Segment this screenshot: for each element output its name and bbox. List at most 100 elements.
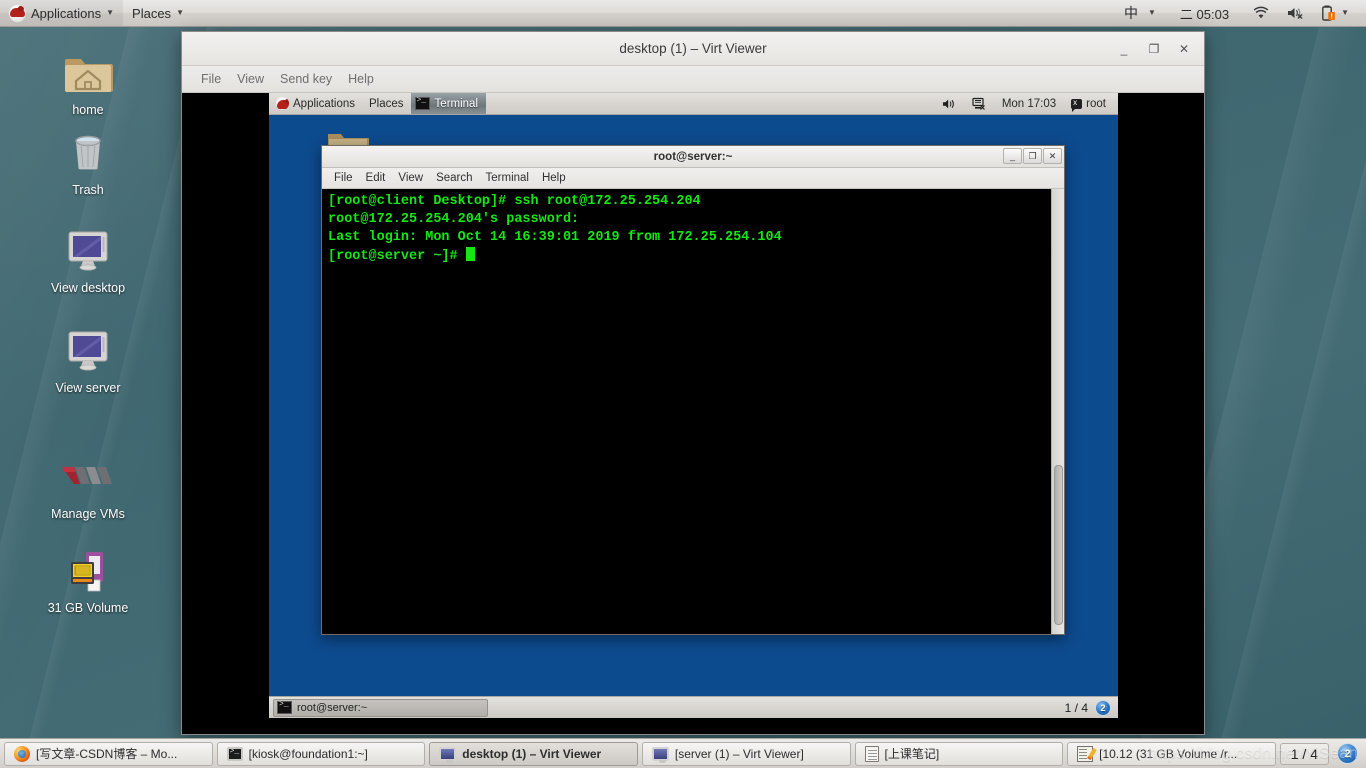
- menu-file[interactable]: File: [194, 69, 228, 89]
- terminal-prompt-text: [root@server ~]#: [328, 249, 466, 264]
- taskbar-item-label: [上课笔记]: [884, 747, 940, 761]
- terminal-window-controls: _ ❐ ✕: [1003, 148, 1062, 164]
- terminal-menu-terminal[interactable]: Terminal: [480, 170, 535, 186]
- monitor-icon: [651, 746, 669, 763]
- taskbar-item-desktop-virt-viewer[interactable]: desktop (1) – Virt Viewer: [429, 741, 638, 766]
- terminal-icon: [277, 700, 292, 714]
- taskbar-item-notes[interactable]: [上课笔记]: [854, 741, 1064, 766]
- top-panel: Applications ▼ Places ▼ 中 ▼ 二 05:03 ▼: [0, 0, 1366, 27]
- monitor-icon: [28, 326, 148, 376]
- terminal-menu-file[interactable]: File: [328, 170, 359, 186]
- terminal-menu-search[interactable]: Search: [430, 170, 478, 186]
- vm-screen[interactable]: Applications Places Terminal: [269, 93, 1118, 718]
- terminal-menubar: File Edit View Search Terminal Help: [322, 168, 1064, 189]
- terminal-window: root@server:~ _ ❐ ✕ File Edit View Searc…: [321, 145, 1065, 635]
- applications-menu-label: Applications: [31, 5, 102, 21]
- virt-viewer-menubar: File View Send key Help: [182, 66, 1204, 93]
- pencil-note-icon: [1077, 745, 1094, 762]
- vmware-logo-icon: [28, 452, 148, 502]
- vm-network-disconnected-icon[interactable]: [965, 97, 993, 110]
- host-taskbar: [写文章-CSDN博客 – Mo... [kiosk@foundation1:~…: [0, 738, 1366, 768]
- taskbar-item-label: desktop (1) – Virt Viewer: [462, 746, 602, 761]
- vm-applications-label: Applications: [293, 97, 356, 110]
- battery-warning-icon[interactable]: ▼: [1313, 0, 1358, 26]
- minimize-button[interactable]: _: [1110, 36, 1138, 62]
- close-button[interactable]: ✕: [1170, 36, 1198, 62]
- places-menu[interactable]: Places ▼: [123, 0, 193, 26]
- desktop-icon-31gb-volume[interactable]: 31 GB Volume: [28, 546, 148, 615]
- desktop-icon-trash[interactable]: Trash: [28, 128, 148, 197]
- firefox-icon: [14, 745, 30, 762]
- taskbar-item-firefox[interactable]: [写文章-CSDN博客 – Mo...: [4, 741, 213, 766]
- terminal-titlebar[interactable]: root@server:~ _ ❐ ✕: [322, 146, 1064, 168]
- vm-window-task-terminal[interactable]: Terminal: [410, 93, 487, 114]
- terminal-menu-help[interactable]: Help: [536, 170, 572, 186]
- menu-view[interactable]: View: [230, 69, 271, 89]
- vm-applications-menu[interactable]: Applications: [269, 93, 362, 114]
- taskbar-item-label: [kiosk@foundation1:~]: [248, 746, 368, 761]
- trash-icon: [28, 128, 148, 178]
- vm-workspace-indicator[interactable]: 1 / 4: [1065, 701, 1088, 715]
- desktop-icon-trash-label: Trash: [72, 183, 104, 197]
- vm-places-menu[interactable]: Places: [362, 93, 411, 114]
- taskbar-item-kiosk-terminal[interactable]: [kiosk@foundation1:~]: [216, 741, 426, 766]
- vm-workspace-badge[interactable]: 2: [1095, 699, 1111, 716]
- vm-user-menu[interactable]: root: [1065, 97, 1112, 112]
- desktop-icon-home-label: home: [72, 103, 104, 117]
- input-method-indicator[interactable]: 中 ▼: [1110, 0, 1165, 26]
- desktop-icon-view-server[interactable]: View server: [28, 326, 148, 395]
- taskbar-item-server-virt-viewer[interactable]: [server (1) – Virt Viewer]: [641, 741, 851, 766]
- monitor-icon: [439, 746, 457, 763]
- chevron-down-icon: ▼: [176, 8, 184, 17]
- menu-send-key[interactable]: Send key: [273, 69, 339, 89]
- menu-help[interactable]: Help: [341, 69, 381, 89]
- terminal-minimize-button[interactable]: _: [1003, 148, 1022, 164]
- desktop-icon-home[interactable]: home: [28, 48, 148, 117]
- volume-muted-icon[interactable]: [1278, 0, 1313, 26]
- network-disconnected-icon-svg: [972, 97, 985, 110]
- vm-taskbar-item-terminal[interactable]: root@server:~: [273, 698, 488, 717]
- terminal-cursor: [465, 247, 475, 261]
- chevron-down-icon: ▼: [1341, 8, 1349, 17]
- wallpaper-streak: [1214, 0, 1366, 768]
- wifi-icon-svg: [1253, 6, 1269, 19]
- desktop-icon-view-desktop[interactable]: View desktop: [28, 226, 148, 295]
- virt-viewer-titlebar[interactable]: desktop (1) – Virt Viewer _ ❐ ✕: [182, 32, 1204, 66]
- taskbar-item-volume-doc[interactable]: [10.12 (31 GB Volume /r...: [1067, 741, 1276, 766]
- chat-icon: [1071, 98, 1083, 112]
- vm-clock[interactable]: Mon 17:03: [995, 98, 1063, 110]
- desktop-icon-manage-vms-label: Manage VMs: [51, 507, 125, 521]
- chevron-down-icon: ▼: [106, 8, 115, 17]
- workspace-badge[interactable]: 2: [1337, 743, 1358, 764]
- vm-user-label: root: [1086, 97, 1106, 110]
- applications-menu[interactable]: Applications ▼: [0, 0, 124, 26]
- terminal-scrollbar-thumb[interactable]: [1054, 464, 1063, 626]
- vm-window-task-label: Terminal: [434, 97, 479, 110]
- maximize-button[interactable]: ❐: [1140, 36, 1168, 62]
- clock-label: 二 05:03: [1179, 6, 1230, 22]
- clock[interactable]: 二 05:03: [1165, 0, 1244, 26]
- terminal-title: root@server:~: [653, 150, 733, 163]
- desktop-icon-manage-vms[interactable]: Manage VMs: [28, 452, 148, 521]
- terminal-prompt-line: [root@server ~]#: [328, 247, 1058, 266]
- virt-viewer-title: desktop (1) – Virt Viewer: [619, 41, 767, 56]
- virt-viewer-window: desktop (1) – Virt Viewer _ ❐ ✕ File Vie…: [181, 31, 1205, 735]
- workspace-indicator[interactable]: 1 / 4: [1279, 742, 1329, 765]
- places-menu-label: Places: [132, 5, 172, 21]
- vm-volume-icon[interactable]: [935, 98, 963, 110]
- terminal-close-button[interactable]: ✕: [1043, 148, 1062, 164]
- terminal-maximize-button[interactable]: ❐: [1023, 148, 1042, 164]
- battery-warning-icon-svg: [1322, 5, 1335, 21]
- terminal-scrollbar[interactable]: [1051, 189, 1064, 634]
- virt-viewer-canvas[interactable]: Applications Places Terminal: [182, 93, 1204, 734]
- vm-taskbar-item-label: root@server:~: [297, 701, 368, 714]
- terminal-output-area[interactable]: [root@client Desktop]# ssh root@172.25.2…: [322, 189, 1064, 634]
- vm-taskbar: root@server:~ 1 / 4 2: [269, 696, 1118, 718]
- wifi-icon[interactable]: [1244, 0, 1278, 26]
- desktop-icon-31gb-volume-label: 31 GB Volume: [47, 601, 129, 615]
- notes-icon: [864, 745, 879, 762]
- terminal-menu-view[interactable]: View: [392, 170, 429, 186]
- terminal-menu-edit[interactable]: Edit: [360, 170, 392, 186]
- terminal-line: root@172.25.254.204's password:: [328, 212, 580, 227]
- terminal-icon: [226, 746, 243, 761]
